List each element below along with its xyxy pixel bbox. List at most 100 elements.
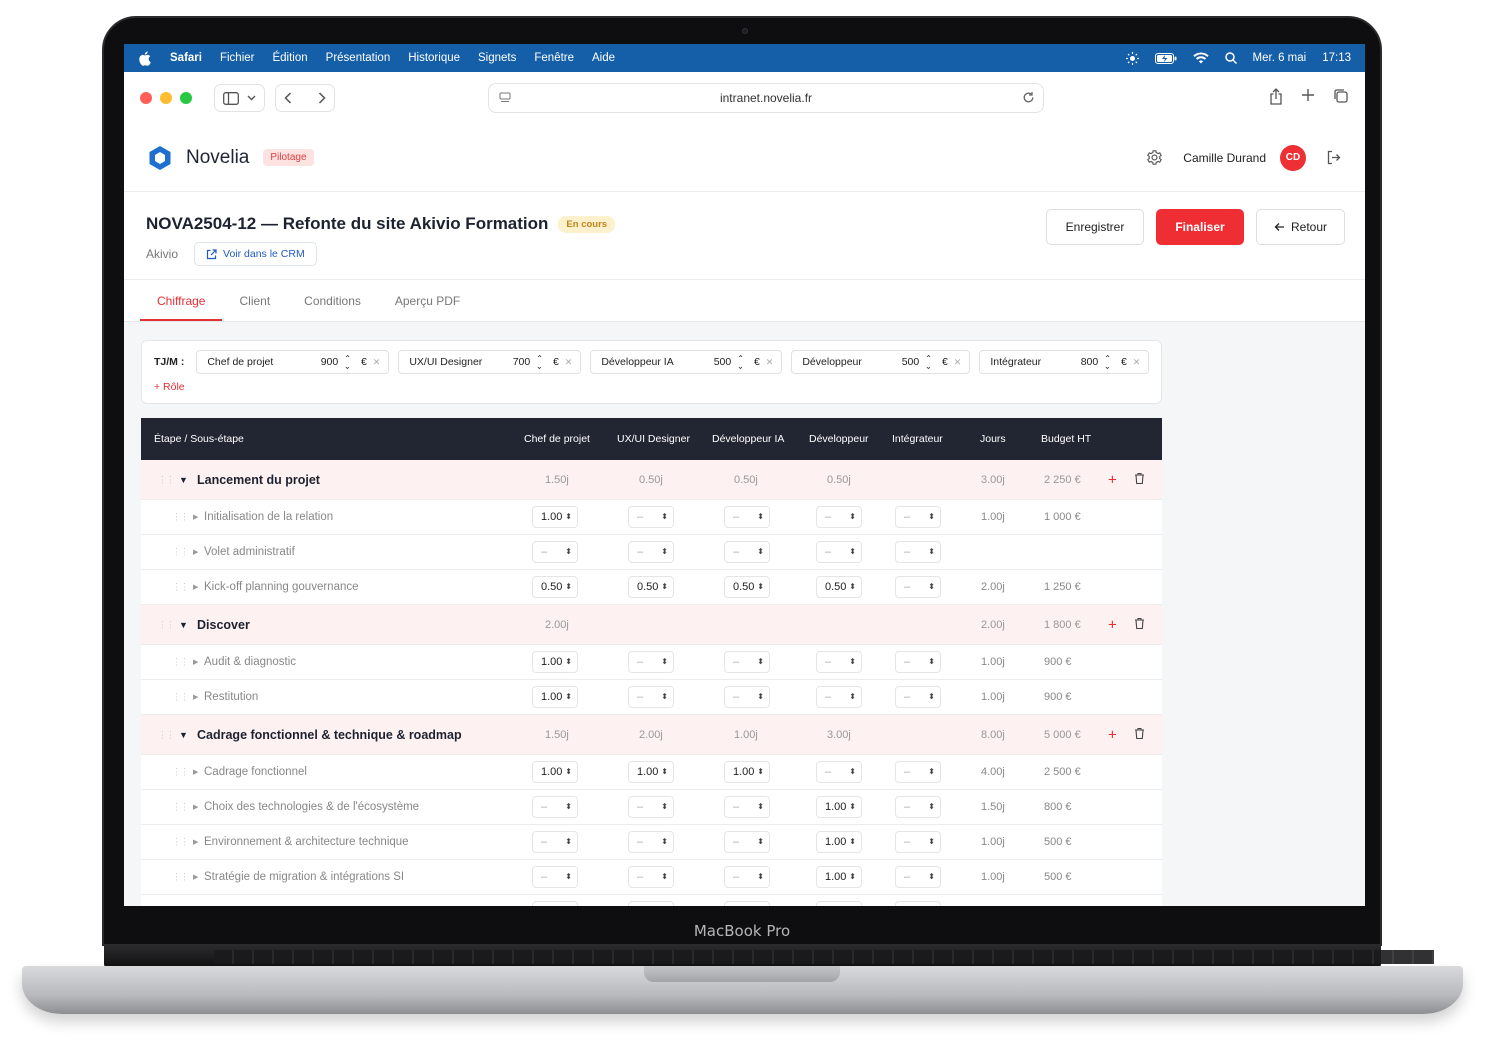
expand-caret-icon[interactable]: ▶ bbox=[193, 548, 198, 556]
stepper-arrows-icon[interactable]: ⬍ bbox=[661, 838, 668, 846]
days-stepper-input[interactable]: –⬍ bbox=[724, 506, 770, 528]
add-role-button[interactable]: + Rôle bbox=[154, 381, 185, 393]
stepper-arrows-icon[interactable]: ⬍ bbox=[757, 693, 764, 701]
remove-role-icon[interactable]: ✕ bbox=[954, 357, 962, 368]
stepper-arrows-icon[interactable]: ⬍ bbox=[928, 768, 935, 776]
stepper-arrows-icon[interactable]: ⬍ bbox=[757, 873, 764, 881]
tab-overview-icon[interactable] bbox=[1333, 88, 1349, 104]
menu-aide[interactable]: Aide bbox=[592, 52, 615, 64]
page-menu-icon[interactable] bbox=[499, 92, 511, 107]
tab-client[interactable]: Client bbox=[222, 280, 287, 321]
drag-handle-icon[interactable]: ⋮⋮ bbox=[172, 872, 189, 883]
days-stepper-input[interactable]: –⬍ bbox=[532, 541, 578, 563]
stepper-arrows-icon[interactable]: ⬍ bbox=[661, 873, 668, 881]
stepper-arrows-icon[interactable]: ⬍ bbox=[849, 803, 856, 811]
user-name[interactable]: Camille Durand bbox=[1183, 151, 1266, 165]
stepper-arrows-icon[interactable]: ⬍ bbox=[849, 768, 856, 776]
stepper-arrows-icon[interactable]: ⬍ bbox=[661, 693, 668, 701]
stepper-arrows-icon[interactable]: ⬍ bbox=[849, 658, 856, 666]
stepper-arrows-icon[interactable]: ⬍ bbox=[928, 693, 935, 701]
remove-role-icon[interactable]: ✕ bbox=[373, 357, 381, 368]
expand-caret-icon[interactable]: ▶ bbox=[193, 513, 198, 521]
stepper-arrows-icon[interactable]: ⬍ bbox=[757, 658, 764, 666]
rate-value-input[interactable]: 500 bbox=[902, 356, 920, 368]
share-icon[interactable] bbox=[1269, 88, 1283, 105]
menu-app-name[interactable]: Safari bbox=[170, 52, 202, 64]
stepper-arrows-icon[interactable]: ⬍ bbox=[661, 513, 668, 521]
drag-handle-icon[interactable]: ⋮⋮ bbox=[172, 692, 189, 703]
expand-caret-icon[interactable]: ▶ bbox=[193, 693, 198, 701]
back-button[interactable]: Retour bbox=[1256, 209, 1345, 245]
menu-edition[interactable]: Édition bbox=[272, 52, 307, 64]
menu-signets[interactable]: Signets bbox=[478, 52, 516, 64]
rate-chip[interactable]: Développeur 500 ⌃ ⌃ € ✕ bbox=[791, 350, 971, 374]
drag-handle-icon[interactable]: ⋮⋮ bbox=[172, 582, 189, 593]
add-subtask-icon[interactable]: + bbox=[1108, 616, 1117, 633]
days-stepper-input[interactable]: –⬍ bbox=[895, 761, 941, 783]
drag-handle-icon[interactable]: ⋮⋮ bbox=[158, 619, 175, 630]
stepper-arrows-icon[interactable]: ⬍ bbox=[849, 513, 856, 521]
days-stepper-input[interactable]: –⬍ bbox=[895, 541, 941, 563]
stepper-arrows-icon[interactable]: ⬍ bbox=[928, 803, 935, 811]
stepper-arrows-icon[interactable]: ⬍ bbox=[661, 803, 668, 811]
drag-handle-icon[interactable]: ⋮⋮ bbox=[172, 657, 189, 668]
stepper-arrows-icon[interactable]: ⬍ bbox=[757, 838, 764, 846]
wifi-icon[interactable] bbox=[1192, 52, 1209, 64]
days-stepper-input[interactable]: 1.00⬍ bbox=[532, 761, 578, 783]
stepper-arrows-icon[interactable]: ⬍ bbox=[661, 583, 668, 591]
delete-phase-icon[interactable] bbox=[1134, 617, 1145, 632]
brand-name[interactable]: Novelia bbox=[186, 147, 249, 169]
new-tab-icon[interactable] bbox=[1301, 88, 1315, 102]
days-stepper-input[interactable]: –⬍ bbox=[724, 686, 770, 708]
stepper-arrows-icon[interactable]: ⬍ bbox=[928, 583, 935, 591]
forward-arrow-icon[interactable] bbox=[318, 92, 326, 104]
stepper-arrows-icon[interactable]: ⬍ bbox=[849, 583, 856, 591]
days-stepper-input[interactable]: –⬍ bbox=[532, 796, 578, 818]
days-stepper-input[interactable]: –⬍ bbox=[895, 506, 941, 528]
days-stepper-input[interactable]: 1.00⬍ bbox=[816, 831, 862, 853]
expand-caret-icon[interactable]: ▶ bbox=[193, 658, 198, 666]
stepper-arrows-icon[interactable]: ⬍ bbox=[565, 803, 572, 811]
days-stepper-input[interactable]: –⬍ bbox=[816, 761, 862, 783]
days-stepper-input[interactable]: –⬍ bbox=[895, 796, 941, 818]
rate-value-input[interactable]: 800 bbox=[1081, 356, 1099, 368]
settings-gear-icon[interactable] bbox=[1146, 149, 1163, 166]
days-stepper-input[interactable]: 0.50 ⬍ bbox=[532, 576, 578, 598]
days-stepper-input[interactable]: 1.00⬍ bbox=[532, 686, 578, 708]
stepper-arrows-icon[interactable]: ⬍ bbox=[661, 658, 668, 666]
rate-stepper-icon[interactable]: ⌃ ⌃ bbox=[536, 355, 543, 371]
days-stepper-input[interactable]: –⬍ bbox=[816, 506, 862, 528]
days-stepper-input[interactable]: 1.00⬍ bbox=[724, 761, 770, 783]
back-arrow-icon[interactable] bbox=[284, 92, 292, 104]
days-stepper-input[interactable]: –⬍ bbox=[724, 831, 770, 853]
expand-caret-icon[interactable]: ▶ bbox=[193, 838, 198, 846]
days-stepper-input[interactable]: 1.00⬍ bbox=[532, 506, 578, 528]
days-stepper-input[interactable]: –⬍ bbox=[724, 866, 770, 888]
rate-chip[interactable]: Développeur IA 500 ⌃ ⌃ € ✕ bbox=[590, 350, 783, 374]
stepper-arrows-icon[interactable]: ⬍ bbox=[757, 803, 764, 811]
collapse-caret-icon[interactable]: ▼ bbox=[179, 620, 188, 630]
days-stepper-input[interactable]: –⬍ bbox=[816, 651, 862, 673]
collapse-caret-icon[interactable]: ▼ bbox=[179, 730, 188, 740]
days-stepper-input[interactable]: 0.50 ⬍ bbox=[724, 576, 770, 598]
menu-fenetre[interactable]: Fenêtre bbox=[534, 52, 574, 64]
menu-historique[interactable]: Historique bbox=[408, 52, 460, 64]
apple-icon[interactable] bbox=[138, 51, 152, 66]
stepper-arrows-icon[interactable]: ⬍ bbox=[928, 838, 935, 846]
tab-conditions[interactable]: Conditions bbox=[287, 280, 378, 321]
stepper-arrows-icon[interactable]: ⬍ bbox=[928, 873, 935, 881]
days-stepper-input[interactable]: –⬍ bbox=[895, 831, 941, 853]
reload-icon[interactable] bbox=[1022, 91, 1035, 107]
days-stepper-input[interactable]: 1.00⬍ bbox=[532, 651, 578, 673]
menubar-date[interactable]: Mer. 6 mai bbox=[1253, 52, 1307, 64]
expand-caret-icon[interactable]: ▶ bbox=[193, 583, 198, 591]
days-stepper-input[interactable]: –⬍ bbox=[816, 686, 862, 708]
logout-icon[interactable] bbox=[1326, 150, 1341, 165]
expand-caret-icon[interactable]: ▶ bbox=[193, 768, 198, 776]
days-stepper-input[interactable]: –⬍ bbox=[628, 686, 674, 708]
days-stepper-input[interactable]: 0.50 ⬍ bbox=[816, 576, 862, 598]
days-stepper-input[interactable]: –⬍ bbox=[895, 651, 941, 673]
drag-handle-icon[interactable]: ⋮⋮ bbox=[172, 512, 189, 523]
days-stepper-input[interactable]: –⬍ bbox=[628, 651, 674, 673]
days-stepper-input[interactable]: –⬍ bbox=[532, 831, 578, 853]
